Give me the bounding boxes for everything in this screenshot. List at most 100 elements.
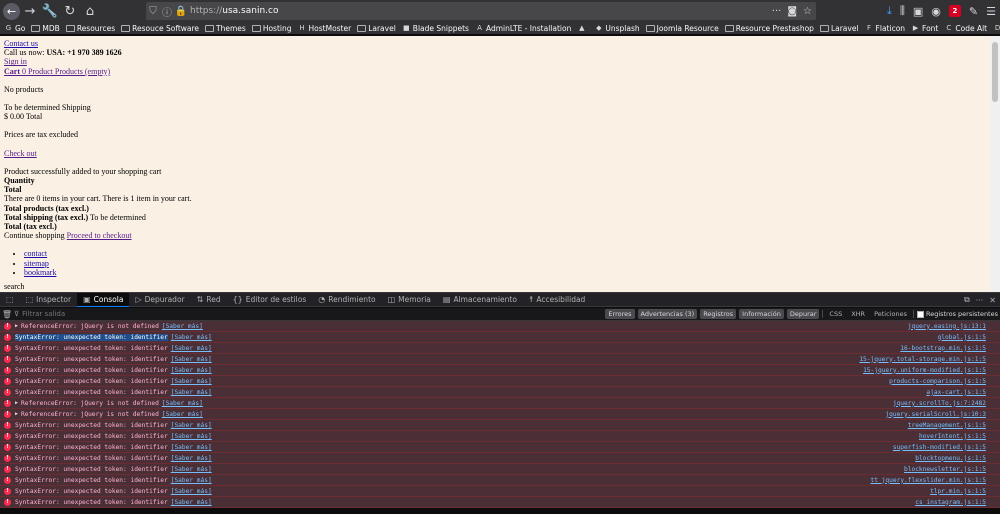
devtools-tab-accessibility[interactable]: ☨ Accesibilidad <box>523 293 591 307</box>
learn-more-link[interactable]: [Saber más] <box>171 356 212 363</box>
console-error-row[interactable]: ! SyntaxError: unexpected token: identifi… <box>0 376 1000 387</box>
error-source-link[interactable]: jquery.easing.js:13:1 <box>908 323 986 330</box>
bookmark-item[interactable]: F Flaticon <box>865 24 905 33</box>
bookmark-item[interactable]: Joomla Resource <box>645 24 719 33</box>
learn-more-link[interactable]: [Saber más] <box>171 488 212 495</box>
bookmark-item[interactable]: Laravel <box>357 24 396 33</box>
forward-button[interactable]: → <box>20 1 40 21</box>
more-options-icon[interactable]: ··· <box>976 296 984 305</box>
devtools-tab-network[interactable]: ⇅ Red <box>191 293 227 307</box>
url-text[interactable]: https://usa.sanin.co <box>190 6 278 16</box>
bookmark-item[interactable]: ■ Blade Snippets <box>402 24 469 33</box>
learn-more-link[interactable]: [Saber más] <box>171 444 212 451</box>
devtools-tab-debugger[interactable]: ▷ Depurador <box>129 293 190 307</box>
error-source-link[interactable]: jquery.serialScroll.js:10:3 <box>885 411 986 418</box>
filter-input[interactable] <box>22 310 223 318</box>
proceed-checkout-link[interactable]: Proceed to checkout <box>67 231 132 240</box>
back-button[interactable]: ← <box>3 2 20 20</box>
error-source-link[interactable]: jquery.scrollTo.js:7:2482 <box>893 400 986 407</box>
error-source-link[interactable]: hoverIntent.js:1:5 <box>919 433 986 440</box>
console-error-row[interactable]: ! SyntaxError: unexpected token: identifi… <box>0 486 1000 497</box>
page-actions-button[interactable]: ··· <box>772 6 782 17</box>
console-error-row[interactable]: ! ▶ ReferenceError: jQuery is not defined[… <box>0 398 1000 409</box>
console-error-row[interactable]: ! SyntaxError: unexpected token: identifi… <box>0 464 1000 475</box>
home-button[interactable]: ⌂ <box>80 1 100 21</box>
console-error-row[interactable]: ! SyntaxError: unexpected token: identifi… <box>0 343 1000 354</box>
learn-more-link[interactable]: [Saber más] <box>162 400 203 407</box>
console-error-row[interactable]: ! SyntaxError: unexpected token: identifi… <box>0 354 1000 365</box>
expand-arrow-icon[interactable]: ▶ <box>15 400 18 406</box>
bookmark-item[interactable]: DDNS <box>993 24 1000 33</box>
contact-us-link[interactable]: Contact us <box>4 39 38 48</box>
sign-in-link[interactable]: Sign in <box>4 57 27 66</box>
dock-icon[interactable]: ⧉ <box>964 295 970 305</box>
error-source-link[interactable]: blocktopmenu.js:1:5 <box>915 455 986 462</box>
pen-icon[interactable]: ✎ <box>969 5 978 18</box>
bookmark-item[interactable]: MDB <box>31 24 60 33</box>
bookmark-item[interactable]: Resources <box>65 24 115 33</box>
error-source-link[interactable]: blocknewsletter.js:1:5 <box>904 466 986 473</box>
shield-icon[interactable]: ⛉ <box>146 6 160 17</box>
filter-button[interactable]: Información <box>739 309 784 319</box>
devtools-tab-memory[interactable]: ◫ Memoria <box>382 293 437 307</box>
console-error-row[interactable]: ! SyntaxError: unexpected token: identifi… <box>0 453 1000 464</box>
learn-more-link[interactable]: [Saber más] <box>171 334 212 341</box>
learn-more-link[interactable]: [Saber más] <box>162 411 203 418</box>
error-source-link[interactable]: 16-bootstrap.min.js:1:5 <box>900 345 986 352</box>
expand-arrow-icon[interactable]: ▶ <box>15 411 18 417</box>
learn-more-link[interactable]: [Saber más] <box>171 367 212 374</box>
expand-arrow-icon[interactable]: ▶ <box>15 323 18 329</box>
library-icon[interactable]: ⫼ <box>900 4 905 18</box>
learn-more-link[interactable]: [Saber más] <box>171 345 212 352</box>
bookmark-item[interactable]: ▶ Font <box>911 24 939 33</box>
console-error-row[interactable]: ! SyntaxError: unexpected token: identifi… <box>0 497 1000 508</box>
error-source-link[interactable]: tlpr.min.js:1:5 <box>930 488 986 495</box>
devtools-tab-style-editor[interactable]: {} Editor de estilos <box>227 293 313 307</box>
reload-button[interactable]: ↻ <box>60 1 80 21</box>
bookmark-item[interactable]: ▲ <box>577 24 588 32</box>
learn-more-link[interactable]: [Saber más] <box>171 499 212 506</box>
footer-link-contact[interactable]: contact <box>24 249 47 258</box>
pocket-icon[interactable]: ◙ <box>787 6 797 17</box>
console-error-row[interactable]: ! SyntaxError: unexpected token: identifi… <box>0 332 1000 343</box>
menu-icon[interactable]: ☰ <box>986 5 996 18</box>
error-source-link[interactable]: treeManagement.js:1:5 <box>908 422 986 429</box>
bookmark-item[interactable]: H HostMoster <box>298 24 351 33</box>
footer-link-bookmark[interactable]: bookmark <box>24 268 56 277</box>
learn-more-link[interactable]: [Saber más] <box>171 378 212 385</box>
trash-icon[interactable]: 🗑 <box>0 310 14 319</box>
bookmark-item[interactable]: Hosting <box>251 24 292 33</box>
filter-button[interactable]: Advertencias (3) <box>637 309 698 319</box>
persist-logs-checkbox[interactable]: Registros persistentes <box>916 310 998 318</box>
learn-more-link[interactable]: [Saber más] <box>171 433 212 440</box>
learn-more-link[interactable]: [Saber más] <box>171 466 212 473</box>
learn-more-link[interactable]: [Saber más] <box>171 477 212 484</box>
sidebar-icon[interactable]: ▣ <box>913 5 923 18</box>
console-error-row[interactable]: ! SyntaxError: unexpected token: identifi… <box>0 420 1000 431</box>
error-source-link[interactable]: global.js:1:5 <box>938 334 986 341</box>
filter-button[interactable]: Depurar <box>786 309 820 319</box>
error-source-link[interactable]: superfish-modified.js:1:5 <box>893 444 986 451</box>
close-devtools-icon[interactable]: ✕ <box>989 296 996 305</box>
console-error-row[interactable]: ! SyntaxError: unexpected token: identifi… <box>0 442 1000 453</box>
error-source-link[interactable]: products-comparison.js:1:5 <box>889 378 986 385</box>
cart-link[interactable]: Cart 0 Product Products (empty) <box>4 67 110 76</box>
console-error-row[interactable]: ! SyntaxError: unexpected token: identifi… <box>0 365 1000 376</box>
page-scrollbar[interactable] <box>990 36 1000 292</box>
filter-button[interactable]: Errores <box>605 309 635 319</box>
bookmark-item[interactable]: G Go <box>4 24 26 33</box>
console-error-row[interactable]: ! SyntaxError: unexpected token: identifi… <box>0 475 1000 486</box>
console-error-row[interactable]: ! ▶ ReferenceError: jQuery is not defined[… <box>0 321 1000 332</box>
account-icon[interactable]: ◉ <box>931 5 941 18</box>
bookmark-item[interactable]: Resource Prestashop <box>724 24 814 33</box>
bookmark-item[interactable]: C Code Alt <box>944 24 987 33</box>
bookmark-item[interactable]: Resouce Software <box>121 24 199 33</box>
learn-more-link[interactable]: [Saber más] <box>171 389 212 396</box>
element-picker-icon[interactable]: ⬚ <box>6 295 14 304</box>
download-icon[interactable]: ⤓ <box>887 4 892 18</box>
bookmark-item[interactable]: Themes <box>205 24 246 33</box>
error-source-link[interactable]: tt_jquery.flexslider.min.js:1:5 <box>871 477 986 484</box>
bookmark-item[interactable]: A AdminLTE - Installation <box>475 24 571 33</box>
info-icon[interactable]: ⓘ <box>160 4 174 19</box>
check-out-link[interactable]: Check out <box>4 149 37 158</box>
